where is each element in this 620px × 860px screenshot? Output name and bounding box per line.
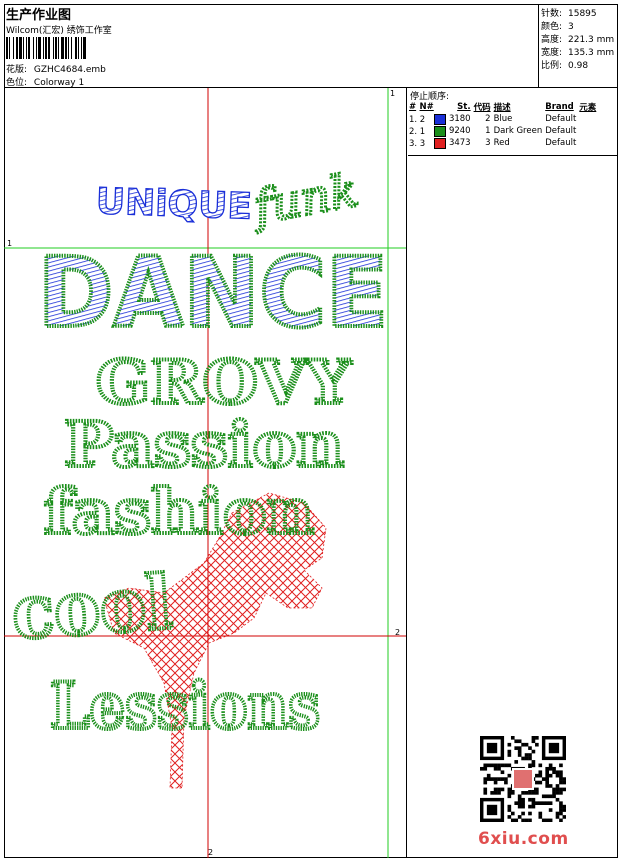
stat-height: 高度: 221.3 mm [541,35,615,45]
guide-label-h1: 1 [7,239,12,248]
design-text-unique: UNiQUE [95,181,252,227]
header-panel: 生产作业图 Wilcom(汇宏) 绣饰工作室 花版: GZHC4684.emb … [4,4,539,88]
table-row: 2. 1 9240 1 Dark Green Default [409,125,577,137]
watermark-logo: 6xiu.com [478,829,569,849]
stats-panel: 针数: 15895 颜色: 3 高度: 221.3 mm 宽度: 135.3 mm 比例… [539,4,618,88]
guide-label-v2: 2 [208,848,213,857]
design-text-dance: DANCE [38,237,388,349]
color-swatch [433,113,446,125]
guide-label-v1: 1 [390,89,395,98]
colorway-value: Colorway 1 [33,78,85,88]
table-header-row: # N# St. 代码 描述 Brand 元素 [409,101,599,113]
company-name: Wilcom(汇宏) 绣饰工作室 [6,26,112,36]
design-file-value: GZHC4684.emb [33,65,106,75]
embroidery-design-area: 1 1 2 2 UNiQUE funk DANCE GROVY Passion … [4,88,407,858]
stat-colors: 颜色: 3 [541,22,574,32]
col-element: 元素 [579,103,597,113]
table-row: 3. 3 3473 3 Red Default [409,137,577,149]
design-text-lessions: Lessions [50,669,320,744]
design-text-fashion: fashion [44,475,314,548]
stat-width: 宽度: 135.3 mm [541,48,615,58]
col-description: 描述 [493,103,511,113]
guide-label-h2: 2 [395,628,400,637]
design-file-label: 花版: [6,65,28,75]
stat-stitches: 针数: 15895 [541,9,597,19]
design-text-funk: funk [247,163,362,235]
design-text-cool: cool [9,560,175,657]
sheet-title: 生产作业图 [6,8,72,23]
table-row: 1. 2 3180 2 Blue Default [409,113,577,125]
colorway-row: 色位: Colorway 1 [6,75,84,88]
col-index: # [409,102,417,112]
qr-code [480,736,566,822]
col-stitches: St. [457,102,471,112]
color-swatch [433,125,446,137]
barcode [6,37,156,59]
stat-scale: 比例: 0.98 [541,61,589,71]
col-brand: Brand [545,102,574,112]
design-text-passion: Passion [64,408,344,481]
stop-sequence-table: 停止顺序: # N# St. 代码 描述 Brand 元素 1. 2 3180 … [408,88,618,156]
embroidery-design: 1 1 2 2 UNiQUE funk DANCE GROVY Passion … [4,88,406,858]
colorway-label: 色位: [6,78,28,88]
col-code: 代码 [473,103,491,113]
col-number: N# [419,102,434,112]
design-file-row: 花版: GZHC4684.emb [6,62,106,75]
color-swatch [433,137,446,149]
